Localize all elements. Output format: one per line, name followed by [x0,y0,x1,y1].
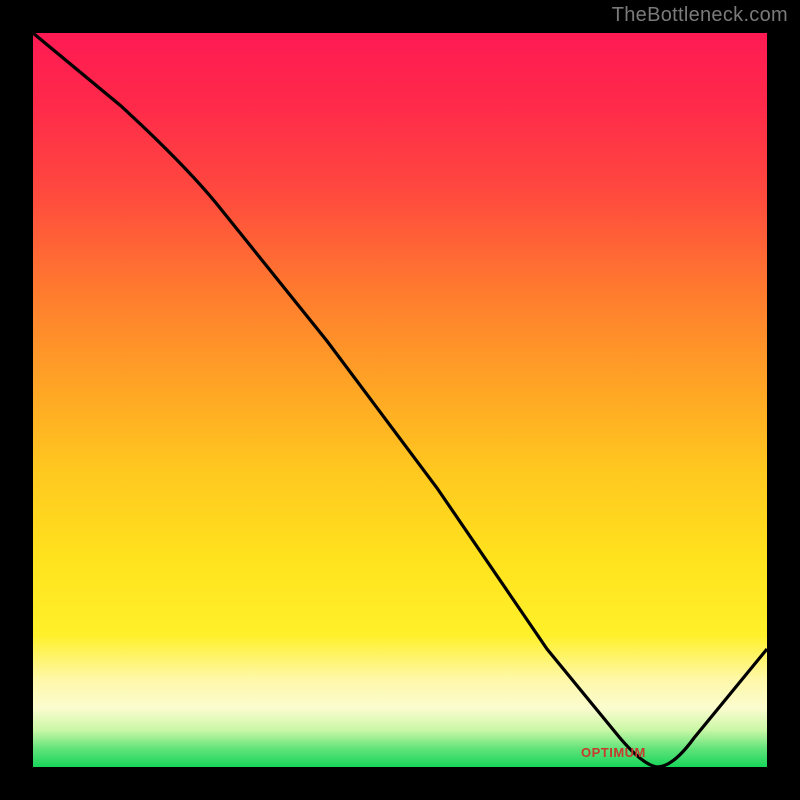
curve-path [33,33,767,767]
optimum-label: OPTIMUM [581,745,646,760]
bottleneck-curve [33,33,767,767]
source-attribution: TheBottleneck.com [612,4,788,27]
plot-area: OPTIMUM [33,33,767,767]
chart-frame: TheBottleneck.com OPTIMUM [0,0,800,800]
